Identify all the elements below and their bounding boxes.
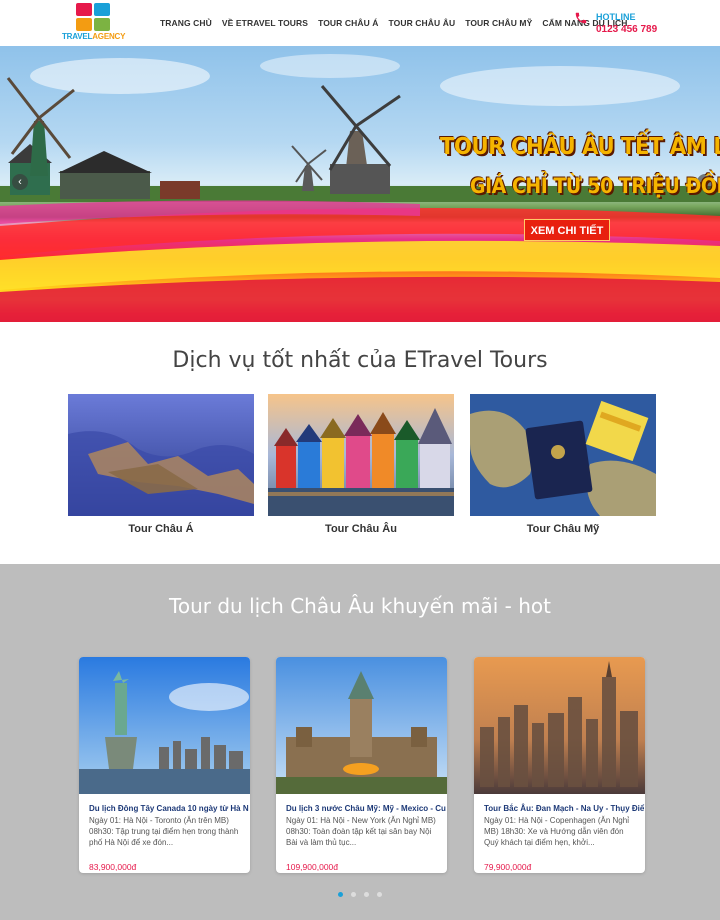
tour-card[interactable]: Tour Bắc Âu: Đan Mạch - Na Uy - Thụy Điể… [474,657,645,873]
tour-card-price: 109,900,000đ [286,862,338,872]
service-card-asia[interactable]: Tour Châu Á [68,394,254,535]
tour-card-description: Ngày 01: Hà Nội - New York (Ăn Nghỉ MB) … [286,816,436,847]
tour-card-price: 83,900,000đ [89,862,137,872]
carousel-dot[interactable] [351,892,356,897]
services-title: Dịch vụ tốt nhất của ETravel Tours [172,348,548,373]
carousel-dot[interactable] [338,892,343,897]
tour-card-image [276,657,447,794]
hero-slider[interactable]: ‹ › TOUR CHÂU ÂU TẾT ÂM LỊCH GIÁ CHỈ TỪ … [0,46,720,322]
service-image-asia [68,394,254,516]
hero-details-button[interactable]: XEM CHI TIẾT [524,219,610,241]
nav-item-europe-tours[interactable]: TOUR CHÂU ÂU [389,18,456,28]
tour-card-price: 79,900,000đ [484,862,532,872]
service-card-europe[interactable]: Tour Châu Âu [268,394,454,535]
tour-card[interactable]: Du lịch 3 nước Châu Mỹ: Mỹ - Mexico - Cu… [276,657,447,873]
logo[interactable]: TRAVELAGENCY [62,3,126,43]
service-image-america [470,394,656,516]
logo-text: TRAVELAGENCY [62,32,126,41]
nav-item-about[interactable]: VỀ ETRAVEL TOURS [222,18,308,28]
promo-title: Tour du lịch Châu Âu khuyến mãi - hot [169,594,551,618]
service-label-europe: Tour Châu Âu [325,523,397,535]
hero-title: TOUR CHÂU ÂU TẾT ÂM LỊCH [440,134,720,160]
tour-card-title[interactable]: Du lịch Đông Tây Canada 10 ngày từ Hà N [79,794,250,813]
nav-item-home[interactable]: TRANG CHỦ [160,18,212,28]
site-header: TRAVELAGENCY TRANG CHỦ VỀ ETRAVEL TOURS … [0,0,720,46]
slider-prev-button[interactable]: ‹ [12,174,28,190]
tour-card-title[interactable]: Du lịch 3 nước Châu Mỹ: Mỹ - Mexico - Cu [276,794,447,813]
hotline-number[interactable]: 0123 456 789 [596,24,657,35]
service-image-europe [268,394,454,516]
service-label-asia: Tour Châu Á [128,523,194,535]
phone-icon [575,12,587,24]
tour-card-title[interactable]: Tour Bắc Âu: Đan Mạch - Na Uy - Thụy Điể [474,794,645,813]
tour-card[interactable]: Du lịch Đông Tây Canada 10 ngày từ Hà N … [79,657,250,873]
main-nav: TRANG CHỦ VỀ ETRAVEL TOURS TOUR CHÂU Á T… [160,18,638,28]
carousel-dot[interactable] [364,892,369,897]
service-label-america: Tour Châu Mỹ [526,523,600,535]
nav-item-america-tours[interactable]: TOUR CHÂU MỸ [465,18,532,28]
hero-subtitle: GIÁ CHỈ TỪ 50 TRIỆU ĐỒNG [470,174,720,198]
hotline-label: HOTLINE [596,12,636,22]
carousel-dot[interactable] [377,892,382,897]
tour-card-description: Ngày 01: Hà Nội - Copenhagen (Ăn Nghỉ MB… [484,816,629,847]
chevron-left-icon: ‹ [18,176,22,188]
carousel-pagination [338,892,390,897]
tour-card-description: Ngày 01: Hà Nội - Toronto (Ăn trên MB) 0… [89,816,239,847]
tour-card-image [474,657,645,794]
nav-item-asia-tours[interactable]: TOUR CHÂU Á [318,18,378,28]
promo-section: Tour du lịch Châu Âu khuyến mãi - hot Du… [0,564,720,920]
logo-mark [76,3,110,31]
service-card-america[interactable]: Tour Châu Mỹ [470,394,656,535]
tour-card-image [79,657,250,794]
